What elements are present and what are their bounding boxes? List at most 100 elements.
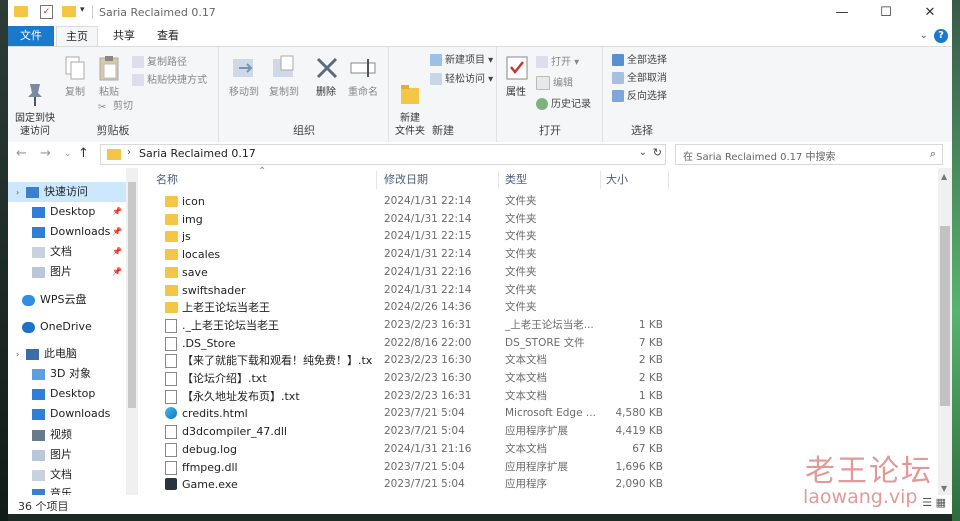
file-list-scrollbar[interactable]: ▲ ▼ [938,168,952,495]
file-type: 文件夹 [505,230,537,243]
pin-icon[interactable]: 📌 [112,262,122,282]
copy-to-button[interactable]: 复制到 [266,53,302,99]
delete-icon [312,53,342,83]
properties-quick-icon[interactable]: ✓ [40,5,53,19]
help-icon[interactable]: ? [934,29,948,43]
file-row[interactable]: 【永久地址发布页】.txt 2023/2/23 16:31 文本文档 1 KB [148,388,938,406]
column-header-type[interactable]: 类型 [505,168,527,192]
copy-button[interactable]: 复制 [60,53,90,99]
search-input[interactable]: 在 Saria Reclaimed 0.17 中搜索 ⌕ [675,144,943,165]
file-row[interactable]: 上老王论坛当老王 2024/2/26 14:36 文件夹 [148,299,938,317]
forward-button[interactable]: → [40,146,51,161]
easy-access-button[interactable]: 轻松访问 ▾ [430,72,493,88]
pin-icon[interactable]: 📌 [112,242,122,262]
select-all-button[interactable]: 全部选择 [612,53,667,69]
minimize-button[interactable]: — [820,0,864,26]
scroll-thumb[interactable] [940,226,950,406]
nav-item[interactable]: › 快速访问 [8,182,126,202]
file-row[interactable]: img 2024/1/31 22:14 文件夹 [148,211,938,229]
paste-icon [94,53,124,83]
close-button[interactable]: ✕ [908,0,952,26]
view-toggle[interactable]: ☰ ▦ [922,496,946,509]
file-date: 2023/2/23 16:30 [384,372,472,384]
paste-button[interactable]: 粘贴 [94,53,124,99]
invert-selection-button[interactable]: 反向选择 [612,89,667,105]
paste-shortcut-button[interactable]: 粘贴快捷方式 [132,73,207,89]
nav-item[interactable]: 3D 对象 [8,364,126,384]
address-dropdown-icon[interactable]: ⌄ [639,147,647,158]
chevron-right-icon[interactable]: › [127,147,131,158]
tab-share[interactable]: 共享 [104,26,144,46]
file-row[interactable]: credits.html 2023/7/21 5:04 Microsoft Edge… [148,405,938,423]
folder-icon [14,6,28,17]
path-segment[interactable]: Saria Reclaimed 0.17 [139,147,256,160]
nav-scrollbar[interactable] [126,168,138,495]
open-button[interactable]: 打开 ▾ [536,55,579,71]
file-row[interactable]: .DS_Store 2022/8/16 22:00 DS_STORE 文件 7 KB [148,335,938,353]
properties-button[interactable]: 属性 [502,53,530,99]
move-to-button[interactable]: 移动到 [226,53,262,99]
file-row[interactable]: swiftshader 2024/1/31 22:14 文件夹 [148,282,938,300]
nav-item[interactable]: Desktop [8,384,126,404]
file-name: 【论坛介绍】.txt [182,372,267,385]
tab-view[interactable]: 查看 [148,26,188,46]
file-row[interactable]: js 2024/1/31 22:15 文件夹 [148,228,938,246]
nav-item[interactable]: › 此电脑 [8,344,126,364]
file-row[interactable]: locales 2024/1/31 22:14 文件夹 [148,246,938,264]
select-none-button[interactable]: 全部取消 [612,71,667,87]
watermark-logo: 老王论坛 [805,454,933,489]
edit-button[interactable]: 编辑 [536,76,573,92]
address-bar[interactable]: › Saria Reclaimed 0.17 ⌄ ↻ [100,144,666,165]
file-row[interactable]: 【来了就能下载和观看！纯免费！】.txt 2023/2/23 16:30 文本文档 2… [148,352,938,370]
column-header-date[interactable]: 修改日期 [384,168,428,192]
nav-scroll-thumb[interactable] [128,182,136,408]
new-item-button[interactable]: 新建项目 ▾ [430,53,493,69]
file-name: .DS_Store [182,336,236,350]
nav-item[interactable]: Downloads [8,404,126,424]
nav-item[interactable]: 图片 [8,445,126,465]
file-date: 2023/2/23 16:31 [384,318,472,331]
nav-item[interactable]: OneDrive [8,317,126,337]
delete-button[interactable]: 删除 [312,53,340,99]
up-button[interactable]: ↑ [78,146,89,161]
collapse-ribbon-icon[interactable]: ⌄ [920,30,928,41]
file-name: icon [182,195,205,208]
customize-toolbar-icon[interactable]: ▾ [80,5,85,15]
scroll-down-icon[interactable]: ▼ [941,484,947,493]
column-header-name[interactable]: 名称 [156,168,178,192]
nav-item[interactable]: 文档 📌 [8,242,126,262]
rename-button[interactable]: 重命名 [344,53,382,99]
details-view-icon[interactable]: ☰ [922,496,932,509]
nav-item[interactable]: Downloads 📌 [8,222,126,242]
copy-to-icon [269,53,299,83]
cut-button[interactable]: ✂ 剪切 [98,99,133,115]
refresh-icon[interactable]: ↻ [653,146,662,159]
maximize-button[interactable]: ☐ [864,0,908,26]
tab-file[interactable]: 文件 [8,26,54,46]
nav-item-label: OneDrive [40,320,92,333]
nav-item[interactable]: 图片 📌 [8,262,126,282]
file-row[interactable]: d3dcompiler_47.dll 2023/7/21 5:04 应用程序扩展 4,… [148,423,938,441]
expand-icon[interactable]: › [16,183,26,203]
nav-item[interactable]: 文档 [8,465,126,485]
expand-icon[interactable]: › [16,345,26,365]
large-icons-view-icon[interactable]: ▦ [936,496,946,509]
history-button[interactable]: 历史记录 [536,97,591,113]
recent-locations-button[interactable]: ⌄ [64,149,72,159]
back-button[interactable]: ← [16,146,27,161]
file-row[interactable]: 【论坛介绍】.txt 2023/2/23 16:30 文本文档 2 KB [148,370,938,388]
file-row[interactable]: icon 2024/1/31 22:14 文件夹 [148,193,938,211]
file-row[interactable]: ._上老王论坛当老王 2023/2/23 16:31 _上老王论坛当老... 1 KB [148,317,938,335]
scroll-up-icon[interactable]: ▲ [941,172,947,181]
pin-icon[interactable]: 📌 [112,222,122,242]
nav-item[interactable]: Desktop 📌 [8,202,126,222]
nav-item[interactable]: WPS云盘 [8,290,126,310]
copy-path-button[interactable]: 复制路径 [132,55,187,71]
tab-home[interactable]: 主页 [56,26,98,47]
file-row[interactable]: save 2024/1/31 22:16 文件夹 [148,264,938,282]
column-header-size[interactable]: 大小 [606,168,628,192]
new-folder-quick-icon[interactable] [62,6,76,17]
nav-item[interactable]: 视频 [8,425,126,445]
pin-icon[interactable]: 📌 [112,202,122,222]
file-name: ffmpeg.dll [182,460,238,474]
